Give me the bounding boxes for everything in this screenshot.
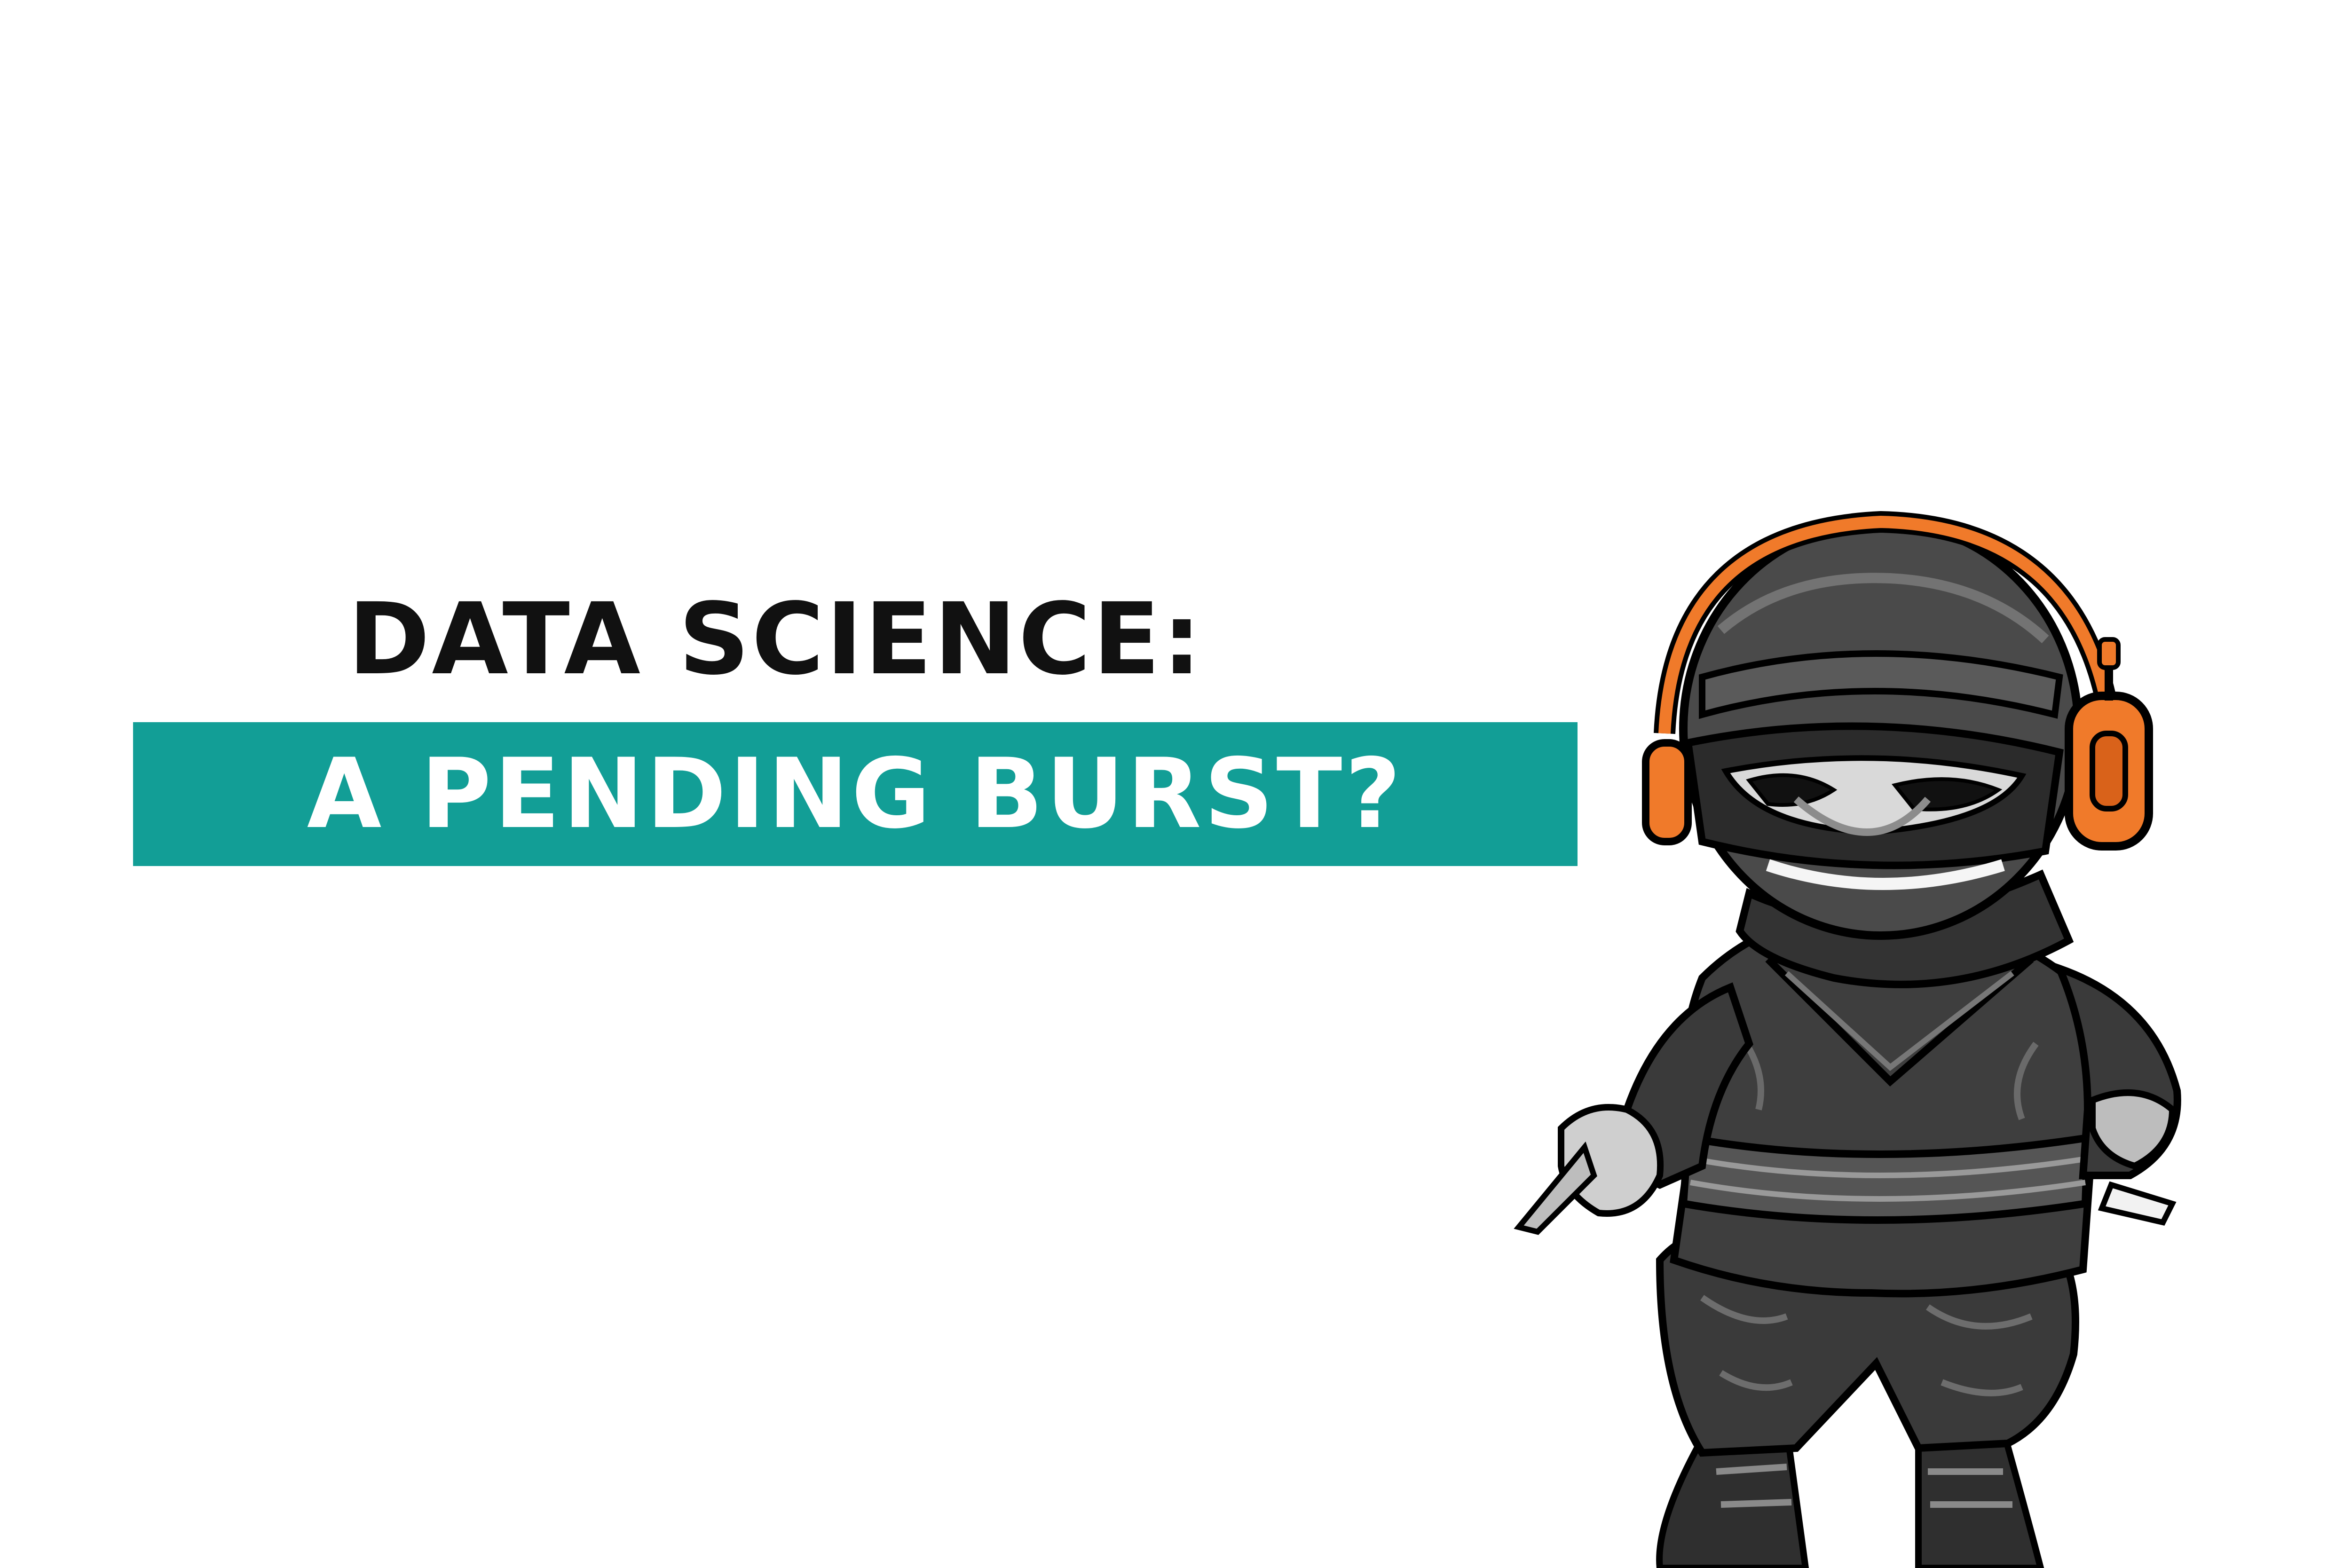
pointing-finger [1514, 1141, 1597, 1235]
ninja-mascot-with-headphones-icon [1514, 511, 2181, 1568]
headline-highlight-band: A PENDING BURST? [133, 722, 1578, 866]
headphone-left-cup [1642, 739, 1692, 845]
headline-line-1: DATA SCIENCE: [348, 582, 1204, 697]
headline-line-2: A PENDING BURST? [307, 738, 1404, 850]
